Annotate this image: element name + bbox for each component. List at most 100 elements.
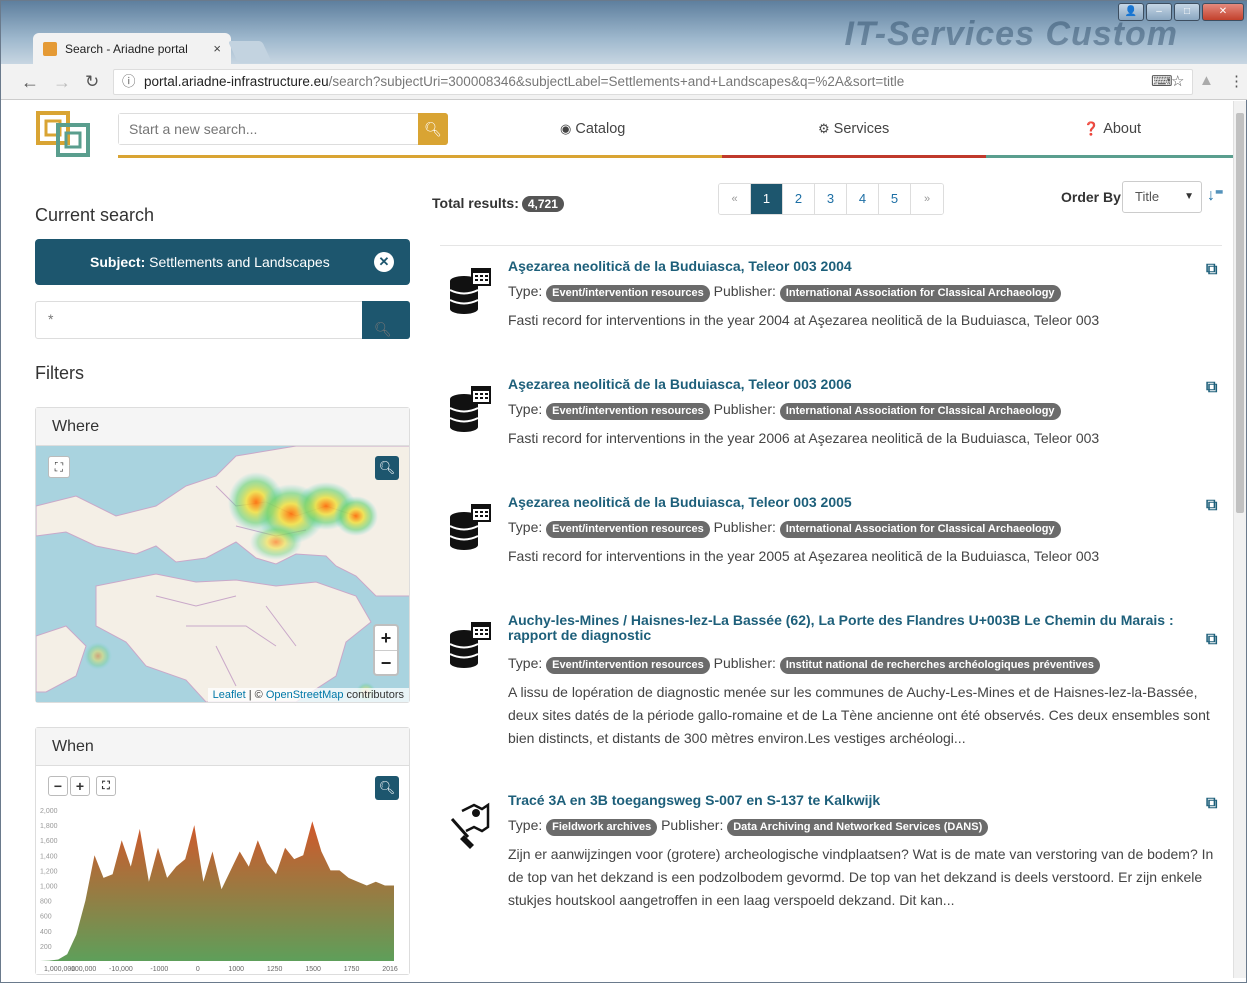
- result-title[interactable]: Aşezarea neolitică de la Buduiasca, Tele…: [508, 495, 1218, 510]
- external-link-icon[interactable]: ⧉: [1206, 795, 1217, 813]
- result-title[interactable]: Aşezarea neolitică de la Buduiasca, Tele…: [508, 377, 1218, 392]
- nav-about[interactable]: ❓ About: [1083, 121, 1141, 137]
- osm-link[interactable]: OpenStreetMap: [266, 689, 344, 701]
- publisher-badge[interactable]: International Association for Classical …: [779, 403, 1061, 420]
- extension-icon[interactable]: ▲: [1199, 72, 1214, 89]
- nav-catalog[interactable]: ◉ Catalog: [560, 121, 625, 137]
- y-tick-label: 200: [40, 944, 52, 951]
- close-window-button[interactable]: ✕: [1202, 3, 1244, 21]
- page-button[interactable]: 1: [751, 184, 783, 214]
- publisher-label: Publisher:: [713, 401, 776, 417]
- new-tab-button[interactable]: [227, 41, 273, 63]
- y-tick-label: 1,400: [40, 853, 58, 860]
- filters-title: Filters: [35, 363, 84, 383]
- page-button[interactable]: 4: [847, 184, 879, 214]
- forward-icon[interactable]: →: [53, 72, 71, 93]
- result-meta: Type: Event/intervention resources Publi…: [508, 401, 1061, 420]
- external-link-icon[interactable]: ⧉: [1206, 261, 1217, 279]
- page-next-button[interactable]: »: [911, 184, 943, 214]
- url-field[interactable]: ⓘ portal.ariadne-infrastructure.eu/searc…: [113, 69, 1193, 95]
- remove-subject-icon[interactable]: ✕: [374, 252, 394, 272]
- bookmark-star-icon[interactable]: ☆: [1171, 72, 1184, 90]
- total-results: Total results: 4,721: [432, 195, 564, 212]
- query-search-button[interactable]: 🔍︎: [362, 301, 410, 339]
- address-bar: ← → ↻ ⓘ portal.ariadne-infrastructure.eu…: [1, 64, 1247, 100]
- tab-title: Search - Ariadne portal: [65, 42, 188, 56]
- zoom-in-button[interactable]: +: [375, 626, 397, 650]
- zoom-out-button[interactable]: −: [375, 650, 397, 674]
- where-title: Where: [36, 408, 409, 446]
- publisher-badge[interactable]: Data Archiving and Networked Services (D…: [727, 819, 989, 836]
- favicon-icon: [43, 42, 57, 56]
- nav-services-label: Services: [833, 121, 890, 137]
- map-search-icon[interactable]: 🔍︎: [375, 456, 399, 480]
- x-tick-label: 1500: [305, 966, 321, 973]
- external-link-icon[interactable]: ⧉: [1206, 497, 1217, 515]
- translate-icon[interactable]: ⌨: [1151, 72, 1173, 90]
- ariadne-logo[interactable]: [36, 109, 92, 161]
- page-prev-button[interactable]: «: [719, 184, 751, 214]
- type-badge[interactable]: Event/intervention resources: [546, 403, 710, 420]
- sort-direction-icon[interactable]: ↓⁼: [1207, 185, 1223, 205]
- publisher-badge[interactable]: Institut national de recherches archéolo…: [779, 657, 1100, 674]
- minimize-button[interactable]: –: [1146, 3, 1172, 21]
- page-button[interactable]: 3: [815, 184, 847, 214]
- header-search: [118, 113, 446, 145]
- external-link-icon[interactable]: ⧉: [1206, 379, 1217, 397]
- publisher-badge[interactable]: International Association for Classical …: [779, 521, 1061, 538]
- header-search-button[interactable]: 🔍︎: [418, 113, 448, 145]
- menu-icon[interactable]: ⋮: [1229, 72, 1244, 90]
- current-search-title: Current search: [35, 205, 155, 225]
- header-search-input[interactable]: [119, 114, 417, 144]
- y-tick-label: 1,200: [40, 868, 58, 875]
- info-icon[interactable]: ⓘ: [122, 70, 136, 94]
- result-title[interactable]: Aşezarea neolitică de la Buduiasca, Tele…: [508, 259, 1218, 274]
- fullscreen-icon[interactable]: ⛶: [48, 456, 70, 478]
- map-view[interactable]: ⛶ 🔍︎ + − Leaflet | © OpenStreetMap contr…: [36, 446, 409, 702]
- type-badge[interactable]: Event/intervention resources: [546, 285, 710, 302]
- header-line-green: [986, 155, 1235, 158]
- type-badge[interactable]: Event/intervention resources: [546, 521, 710, 538]
- publisher-label: Publisher:: [713, 655, 776, 671]
- tab-close-icon[interactable]: ×: [213, 41, 221, 56]
- order-by-select[interactable]: Title ▼: [1122, 181, 1202, 213]
- scrollbar[interactable]: [1233, 101, 1246, 978]
- map-zoom-control: + −: [373, 624, 399, 676]
- leaflet-link[interactable]: Leaflet: [213, 689, 246, 701]
- maximize-button[interactable]: □: [1174, 3, 1200, 21]
- reload-icon[interactable]: ↻: [85, 72, 99, 92]
- result-title[interactable]: Tracé 3A en 3B toegangsweg S-007 en S-13…: [508, 793, 1218, 808]
- nav-services[interactable]: ⚙ Services: [818, 121, 889, 137]
- external-link-icon[interactable]: ⧉: [1206, 631, 1217, 649]
- result-title[interactable]: Auchy-les-Mines / Haisnes-lez-La Bassée …: [508, 613, 1218, 643]
- publisher-badge[interactable]: International Association for Classical …: [779, 285, 1061, 302]
- y-tick-label: 1,600: [40, 838, 58, 845]
- search-icon: 🔍︎: [424, 121, 442, 137]
- x-tick-label: -1000: [150, 966, 168, 973]
- database-calendar-icon: [449, 504, 491, 550]
- window-controls: 👤 – □ ✕: [1118, 3, 1244, 21]
- x-tick-label: 0: [196, 966, 200, 973]
- result-description: Fasti record for interventions in the ye…: [508, 430, 1100, 446]
- x-tick-label: 1000: [228, 966, 244, 973]
- type-badge[interactable]: Event/intervention resources: [546, 657, 710, 674]
- user-icon[interactable]: 👤: [1118, 3, 1144, 21]
- result-description: Fasti record for interventions in the ye…: [508, 548, 1100, 564]
- timeline-chart[interactable]: − + ⛶ 🔍︎ 2,000 1,800 1,600 1,400 1,200 1,000 8…: [36, 766, 409, 974]
- page-button[interactable]: 2: [783, 184, 815, 214]
- scrollbar-thumb[interactable]: [1236, 113, 1244, 513]
- x-tick-label: 1750: [344, 966, 360, 973]
- results-divider: [440, 245, 1222, 246]
- when-title: When: [36, 728, 409, 766]
- back-icon[interactable]: ←: [21, 72, 39, 93]
- query-field[interactable]: * 🔍︎: [35, 301, 410, 339]
- type-label: Type:: [508, 655, 543, 671]
- type-badge[interactable]: Fieldwork archives: [546, 819, 658, 836]
- site-header: 🔍︎ ◉Catalog ⚙Services ❓About: [14, 101, 1235, 159]
- type-label: Type:: [508, 519, 543, 535]
- subject-filter-chip: Subject: Settlements and Landscapes ✕: [35, 239, 410, 285]
- browser-tab[interactable]: Search - Ariadne portal ×: [33, 33, 231, 65]
- page-button[interactable]: 5: [879, 184, 911, 214]
- subject-value: Settlements and Landscapes: [149, 254, 330, 270]
- x-tick-label: 1250: [267, 966, 283, 973]
